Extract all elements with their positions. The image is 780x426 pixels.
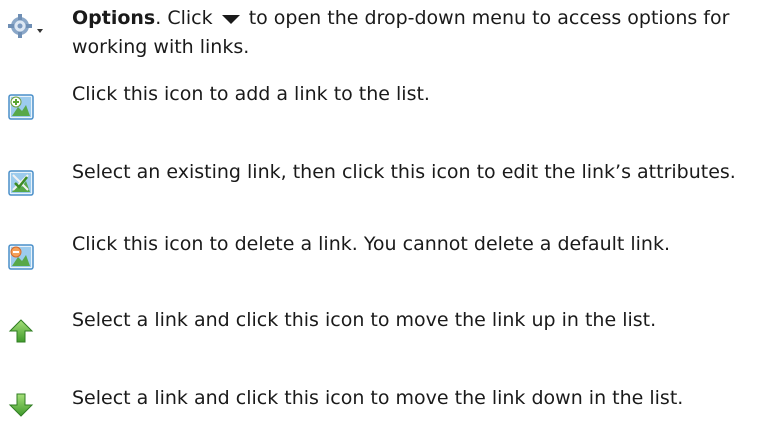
move-up-icon[interactable] (8, 318, 34, 344)
add-link-icon[interactable] (8, 94, 34, 120)
options-label: Options (72, 7, 156, 29)
move-down-icon[interactable] (8, 392, 34, 418)
move-down-description: Select a link and click this icon to mov… (72, 387, 684, 409)
add-link-description: Click this icon to add a link to the lis… (72, 83, 430, 105)
delete-link-description: Click this icon to delete a link. You ca… (72, 233, 671, 255)
options-description: Options. Click to open the drop-down men… (72, 4, 772, 62)
move-up-description: Select a link and click this icon to mov… (72, 309, 657, 331)
delete-link-icon[interactable] (8, 244, 34, 270)
edit-link-description: Select an existing link, then click this… (72, 161, 736, 183)
dropdown-arrow-icon (220, 12, 242, 26)
gear-dropdown-icon[interactable] (8, 14, 48, 40)
edit-link-icon[interactable] (8, 170, 34, 196)
options-lead: . Click (155, 7, 213, 29)
